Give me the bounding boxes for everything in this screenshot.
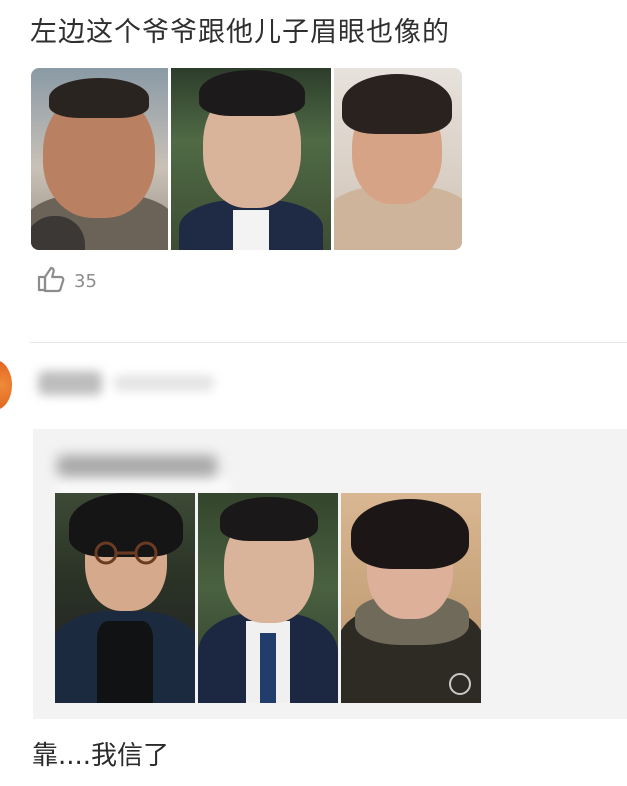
hair xyxy=(199,70,305,116)
comment-text: 靠....我信了 xyxy=(32,741,170,771)
hair xyxy=(49,78,149,118)
divider xyxy=(30,342,627,343)
young-man-photo[interactable] xyxy=(198,493,338,703)
comment-thread: 左边这个爷爷跟他儿子眉眼也像的 35 靠....我信了 xyxy=(0,0,627,786)
man-with-glasses-photo[interactable] xyxy=(55,493,195,703)
quoted-photo-strip[interactable] xyxy=(55,493,481,703)
woman-photo[interactable] xyxy=(341,493,481,703)
hair xyxy=(351,499,469,569)
avatar[interactable] xyxy=(0,360,12,410)
tshirt xyxy=(97,621,153,703)
comment-text: 左边这个爷爷跟他儿子眉眼也像的 xyxy=(30,17,450,48)
hair xyxy=(220,497,318,541)
shirt xyxy=(233,210,269,250)
blurred-quoted-username xyxy=(55,445,245,491)
quoted-post[interactable] xyxy=(33,429,627,719)
blurred-username xyxy=(34,365,224,403)
like-count: 35 xyxy=(74,270,97,292)
older-man-photo[interactable] xyxy=(31,68,168,250)
young-man-photo[interactable] xyxy=(171,68,331,250)
comment-photo-strip[interactable] xyxy=(31,68,462,250)
glasses-icon xyxy=(94,541,158,565)
thumbs-up-icon xyxy=(36,265,66,297)
woman-photo[interactable] xyxy=(334,68,462,250)
tie xyxy=(260,633,276,703)
watermark-icon xyxy=(449,673,471,695)
hair xyxy=(342,74,452,134)
like-button[interactable]: 35 xyxy=(36,265,97,297)
